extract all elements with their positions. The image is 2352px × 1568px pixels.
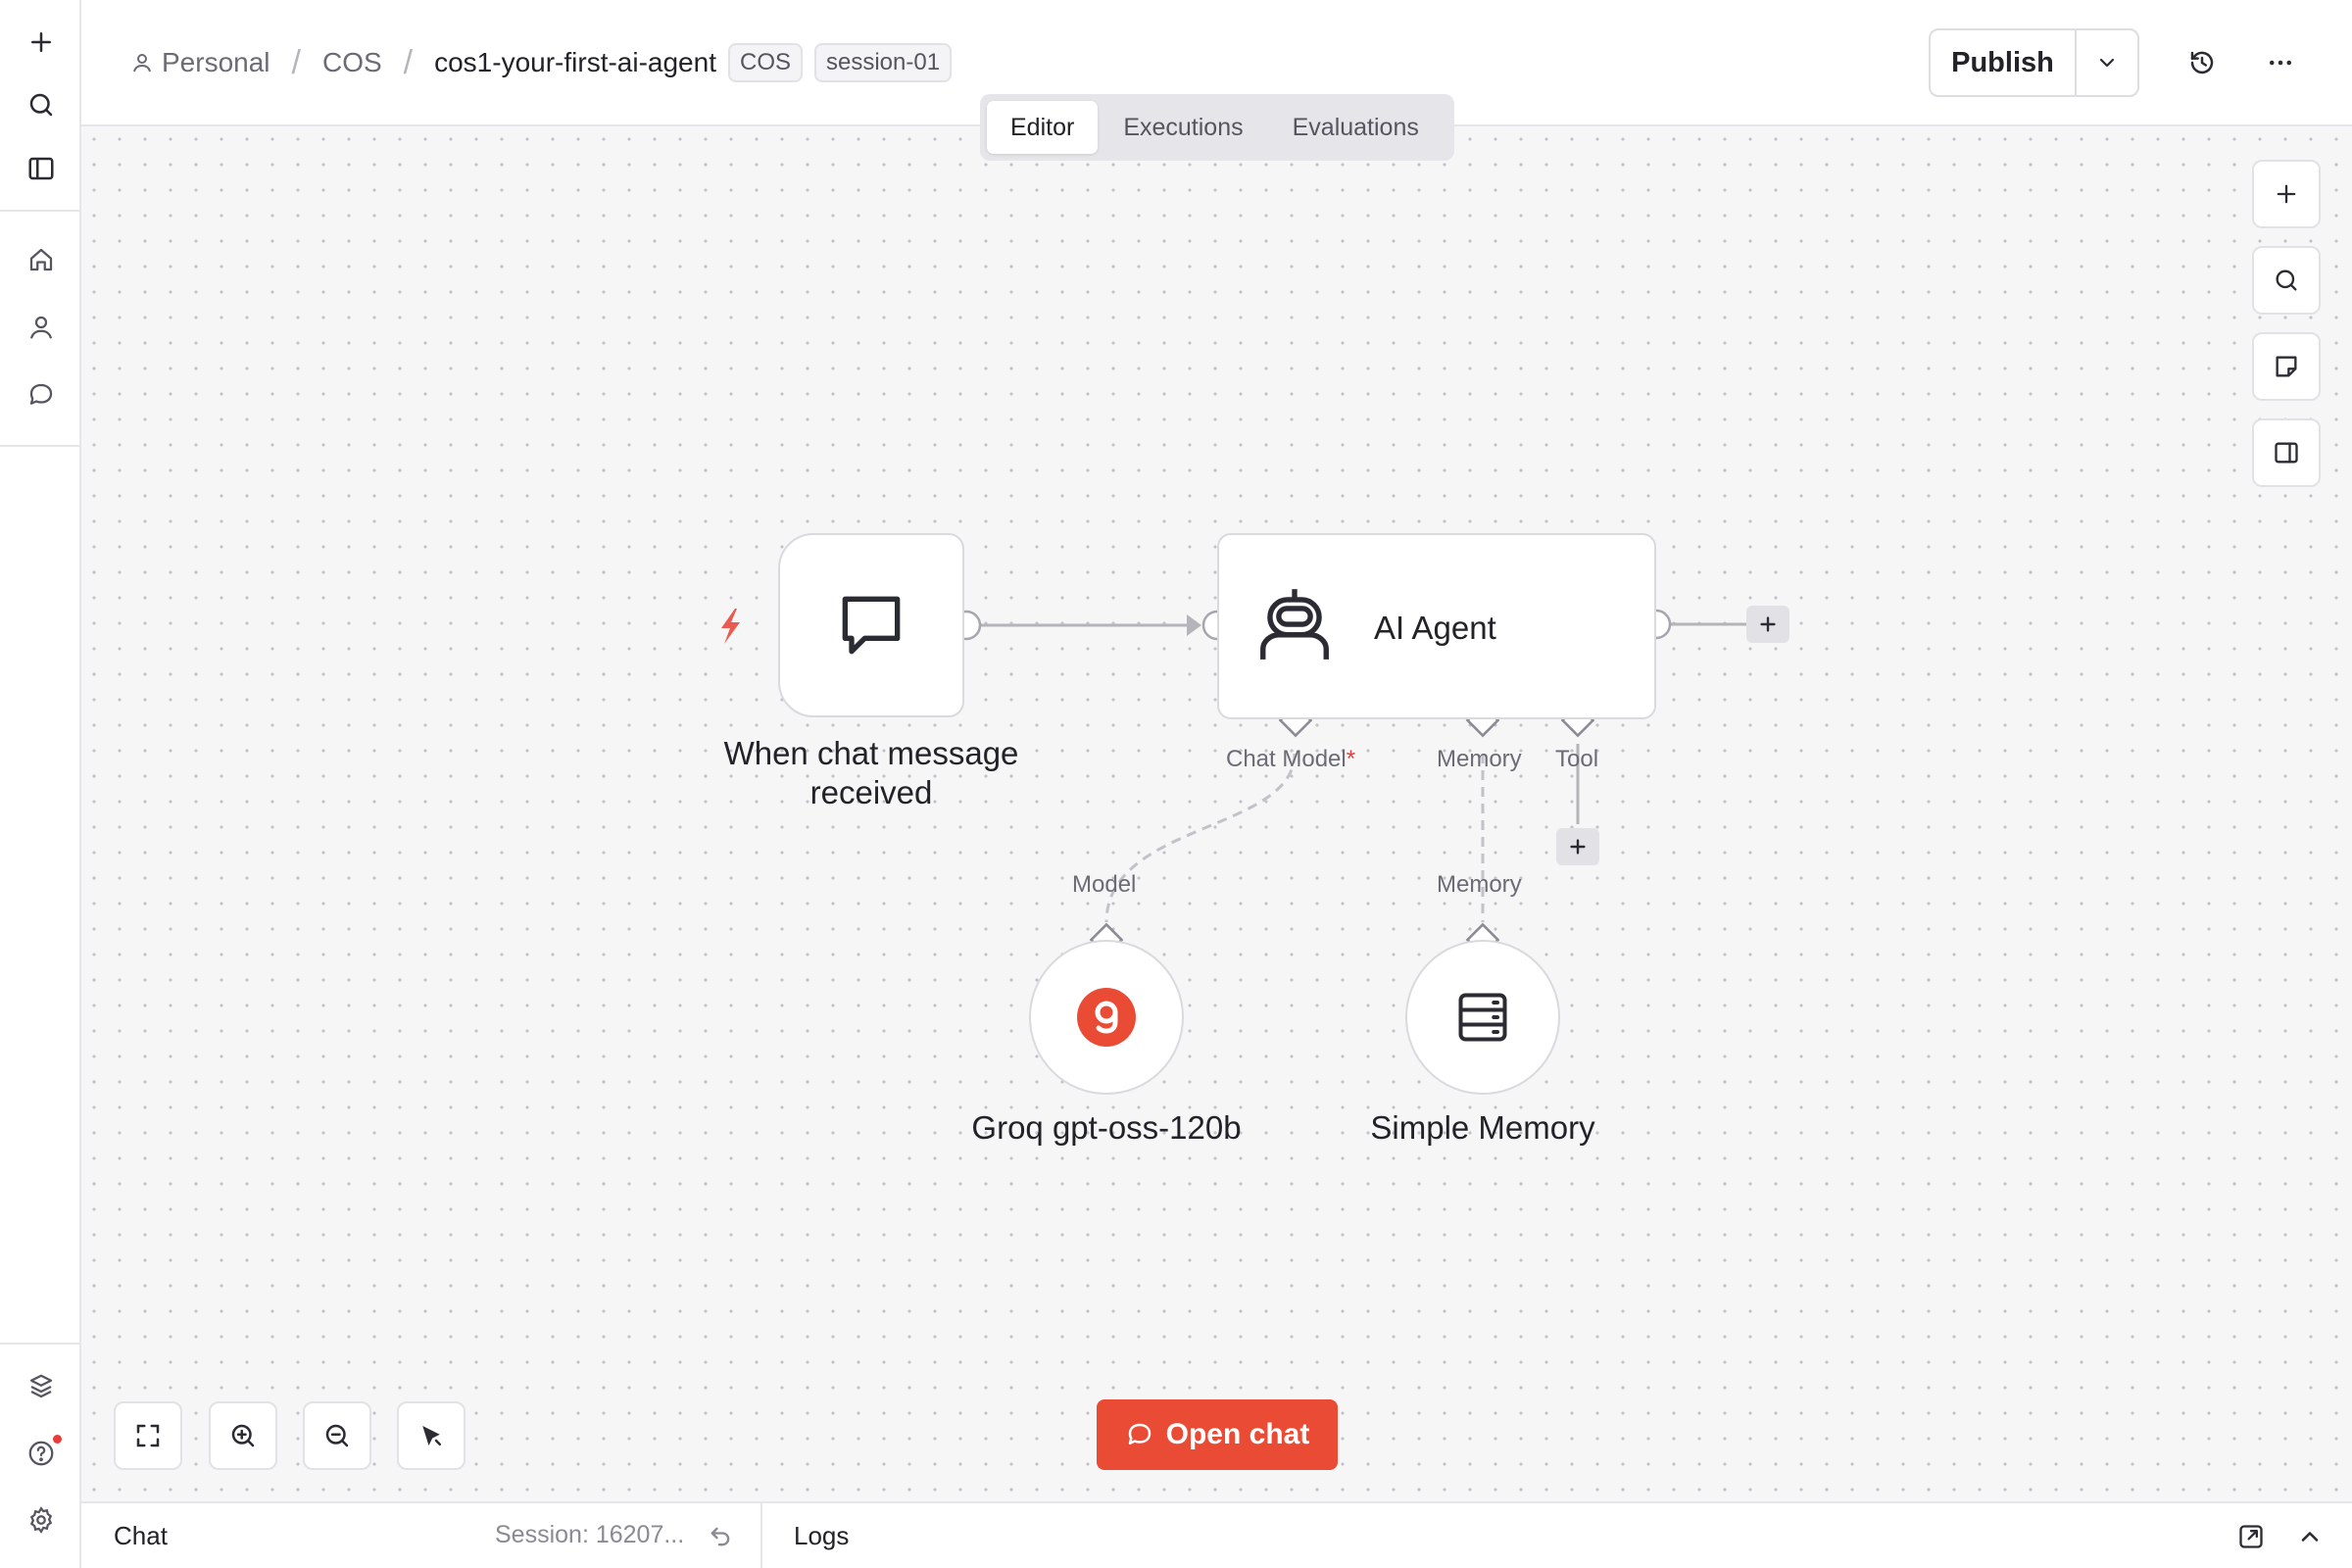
publish-button-group: Publish xyxy=(1929,28,2139,97)
add-node-button[interactable] xyxy=(1746,606,1789,643)
help-icon[interactable] xyxy=(19,1431,64,1476)
fullscreen-icon xyxy=(136,1424,160,1447)
search-icon xyxy=(2276,270,2297,291)
tab-evaluations[interactable]: Evaluations xyxy=(1269,101,1443,154)
add-icon[interactable] xyxy=(19,20,64,65)
trigger-bolt-icon xyxy=(721,609,740,644)
view-tabs: Editor Executions Evaluations xyxy=(980,94,1454,161)
breadcrumb-separator: / xyxy=(291,43,301,81)
open-chat-button[interactable]: Open chat xyxy=(1097,1399,1338,1470)
toggle-panel-tool[interactable] xyxy=(2252,418,2321,487)
left-sidebar xyxy=(0,0,81,1568)
ai-agent-title: AI Agent xyxy=(1374,610,1496,646)
notification-dot xyxy=(53,1435,62,1444)
broom-icon xyxy=(422,1426,441,1446)
trigger-label-line: received xyxy=(809,774,933,810)
database-icon xyxy=(1458,993,1507,1042)
chevron-up-icon[interactable] xyxy=(2296,1523,2324,1550)
user-icon[interactable] xyxy=(19,305,64,350)
chat-panel-title: Chat xyxy=(114,1521,168,1550)
breadcrumb-separator: / xyxy=(403,43,414,81)
history-icon[interactable] xyxy=(2180,40,2225,85)
zoom-in-button[interactable] xyxy=(209,1401,277,1470)
memory-node-port-label: Memory xyxy=(1437,871,1522,898)
toggle-sidebar-icon[interactable] xyxy=(19,146,64,191)
chat-bubble-icon xyxy=(842,596,901,655)
tag-badge[interactable]: session-01 xyxy=(814,43,953,82)
chat-model-label-text: Chat Model xyxy=(1226,746,1347,772)
zoom-in-icon xyxy=(231,1424,255,1447)
breadcrumb: Personal / COS / cos1-your-first-ai-agen… xyxy=(130,43,953,82)
memory-node-label: Simple Memory xyxy=(1370,1109,1595,1146)
plus-icon xyxy=(1760,616,1776,632)
zoom-out-icon xyxy=(325,1424,349,1447)
chevron-down-icon[interactable] xyxy=(2077,30,2137,95)
tidy-up-button[interactable] xyxy=(397,1401,466,1470)
chat-model-port-label: Chat Model* xyxy=(1226,746,1355,773)
trigger-node-label: When chat message received xyxy=(719,734,1023,812)
publish-button[interactable]: Publish xyxy=(1931,30,2077,95)
trigger-label-line: When chat message xyxy=(723,735,1019,771)
groq-icon xyxy=(1077,988,1136,1047)
templates-icon[interactable] xyxy=(19,1364,64,1409)
add-node-tool[interactable] xyxy=(2252,160,2321,228)
logs-panel-title[interactable]: Logs xyxy=(794,1521,849,1551)
user-icon xyxy=(133,54,151,73)
sticky-note-icon xyxy=(2276,356,2297,377)
tag-badge[interactable]: COS xyxy=(727,43,803,82)
settings-icon[interactable] xyxy=(19,1497,64,1543)
groq-node-label: Groq gpt-oss-120b xyxy=(971,1109,1242,1146)
breadcrumb-project[interactable]: COS xyxy=(322,47,382,78)
tab-executions[interactable]: Executions xyxy=(1100,101,1266,154)
add-tool-button[interactable] xyxy=(1556,828,1599,865)
reset-session-icon[interactable] xyxy=(707,1523,734,1550)
sticky-note-tool[interactable] xyxy=(2252,332,2321,401)
plus-icon xyxy=(1570,839,1586,855)
model-port-label: Model xyxy=(1072,871,1137,898)
chat-trigger-node[interactable] xyxy=(778,533,964,717)
panel-right-icon xyxy=(2275,442,2298,464)
plus-icon xyxy=(2277,184,2296,204)
more-options-icon[interactable] xyxy=(2258,40,2303,85)
memory-port-label: Memory xyxy=(1437,746,1522,772)
ai-agent-node[interactable]: AI Agent xyxy=(1217,533,1656,719)
chat-icon[interactable] xyxy=(19,372,64,417)
chat-panel-header[interactable]: Chat Session: 16207... xyxy=(81,1503,762,1568)
simple-memory-node[interactable] xyxy=(1405,940,1560,1095)
workflow-name[interactable]: cos1-your-first-ai-agent xyxy=(434,47,716,78)
pop-out-icon[interactable] xyxy=(2237,1523,2265,1550)
search-icon[interactable] xyxy=(19,82,64,127)
bottom-panel: Chat Session: 16207... Logs xyxy=(81,1501,2352,1568)
search-nodes-tool[interactable] xyxy=(2252,246,2321,315)
open-chat-label: Open chat xyxy=(1165,1418,1310,1450)
required-asterisk: * xyxy=(1346,746,1356,772)
chat-icon xyxy=(1128,1423,1151,1445)
tab-editor[interactable]: Editor xyxy=(987,101,1099,154)
tool-port-label: Tool xyxy=(1555,746,1599,772)
connection-arrow xyxy=(1187,614,1201,636)
connections-layer xyxy=(721,609,1767,957)
workflow-canvas[interactable]: When chat message received AI Agent Chat… xyxy=(81,126,2352,1501)
home-icon[interactable] xyxy=(19,237,64,282)
robot-icon xyxy=(1260,589,1329,660)
zoom-out-button[interactable] xyxy=(303,1401,371,1470)
breadcrumb-owner[interactable]: Personal xyxy=(162,47,270,78)
session-id: Session: 16207... xyxy=(495,1521,685,1548)
groq-model-node[interactable] xyxy=(1029,940,1184,1095)
fit-view-button[interactable] xyxy=(114,1401,182,1470)
